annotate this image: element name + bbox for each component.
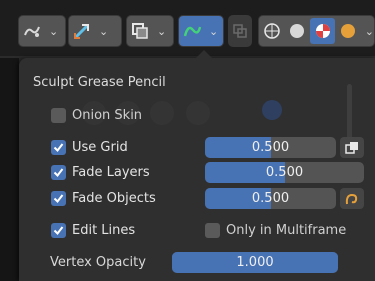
xray-icon	[229, 18, 251, 44]
chevron-down-icon: ⌄	[99, 24, 109, 38]
grid-on-top-toggle[interactable]	[340, 137, 364, 158]
fade-layers-slider[interactable]: 0.500	[205, 162, 364, 183]
checkbox-on[interactable]	[51, 223, 66, 238]
chevron-down-icon: ⌄	[49, 24, 59, 38]
vertex-opacity-label: Vertex Opacity	[50, 255, 146, 270]
vertex-opacity-slider[interactable]: 1.000	[172, 252, 338, 273]
overlay-icon	[127, 18, 153, 44]
overlay-front-icon	[345, 141, 358, 154]
viewport-edge	[0, 58, 19, 281]
grease-pencil-overlay-dropdown[interactable]: ⌄	[178, 15, 224, 47]
checkbox-on[interactable]	[51, 165, 66, 180]
slider-value: 1.000	[236, 255, 274, 270]
brush-dropdown[interactable]: ⌄	[18, 15, 66, 47]
chevron-down-icon: ⌄	[157, 24, 167, 38]
edit-lines-label: Edit Lines	[72, 223, 136, 238]
checkbox-on[interactable]	[51, 191, 66, 206]
transform-dropdown[interactable]: ⌄	[68, 15, 122, 47]
checkbox-off[interactable]	[51, 108, 66, 123]
solid-shading-icon[interactable]	[284, 18, 309, 44]
xray-toggle[interactable]	[228, 15, 252, 47]
fade-objects-slider[interactable]: 0.500	[205, 188, 336, 209]
grease-pencil-icon	[345, 193, 358, 204]
material-shading-icon[interactable]	[309, 18, 336, 44]
brush-icon	[19, 18, 45, 44]
overlay-dropdown[interactable]: ⌄	[126, 15, 174, 47]
onion-skin-checkbox[interactable]: Onion Skin	[51, 108, 142, 123]
wireframe-shading-icon[interactable]	[259, 18, 284, 44]
panel-title: Sculpt Grease Pencil	[33, 75, 166, 90]
checkbox-on[interactable]	[51, 140, 66, 155]
popover-arrow	[195, 50, 213, 59]
chevron-down-icon[interactable]: ⌄	[365, 25, 374, 38]
use-grid-checkbox[interactable]: Use Grid	[51, 140, 128, 155]
fade-layers-label: Fade Layers	[72, 165, 150, 180]
fade-grease-pencil-toggle[interactable]	[340, 188, 364, 209]
shading-mode-group: ⌄	[258, 15, 375, 47]
slider-value: 0.500	[265, 165, 304, 180]
viewport-header-toolbar: ⌄ ⌄ ⌄ ⌄ ⌄	[0, 0, 375, 56]
faded-gizmo	[262, 100, 282, 120]
slider-value: 0.500	[251, 191, 290, 206]
transform-icon	[69, 18, 95, 44]
grease-pencil-overlay-icon	[179, 18, 205, 44]
checkbox-off[interactable]	[205, 223, 220, 238]
slider-value: 0.500	[251, 140, 290, 155]
use-grid-label: Use Grid	[72, 140, 128, 155]
only-in-multiframe-label: Only in Multiframe	[226, 223, 347, 238]
fade-layers-checkbox[interactable]: Fade Layers	[51, 165, 150, 180]
fade-objects-checkbox[interactable]: Fade Objects	[51, 191, 156, 206]
fade-objects-label: Fade Objects	[72, 191, 156, 206]
only-in-multiframe-checkbox[interactable]: Only in Multiframe	[205, 223, 346, 238]
edit-lines-checkbox[interactable]: Edit Lines	[51, 223, 135, 238]
chevron-down-icon: ⌄	[209, 24, 219, 38]
rendered-shading-icon[interactable]	[335, 18, 360, 44]
onion-skin-label: Onion Skin	[72, 108, 143, 123]
use-grid-opacity-slider[interactable]: 0.500	[205, 137, 336, 158]
